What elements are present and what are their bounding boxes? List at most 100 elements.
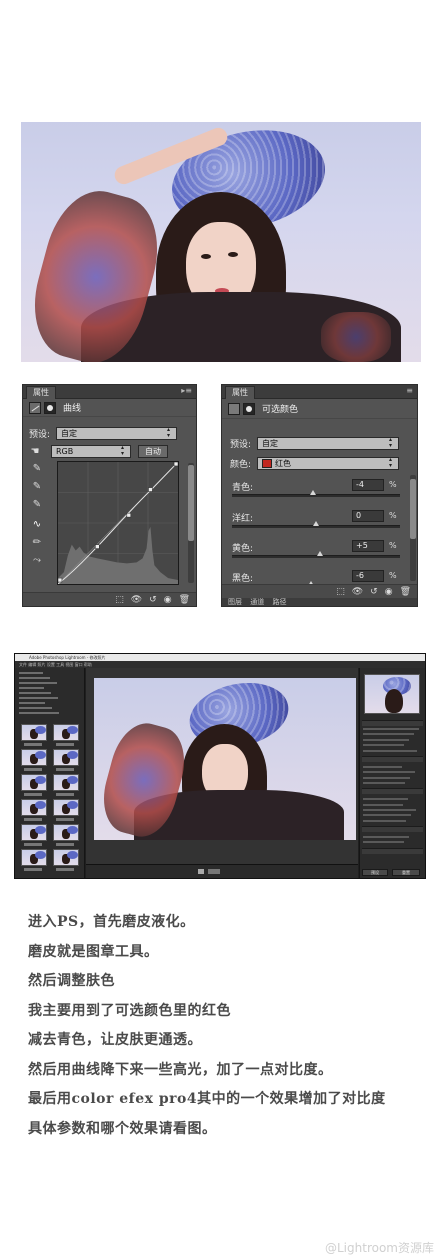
adjustment-slider-row[interactable] [363,819,406,822]
black-eyedropper-icon[interactable]: ✎ [31,463,43,475]
preset-list-item[interactable] [19,692,51,694]
slider-value-input[interactable]: 0 [352,510,384,522]
mask-icon[interactable] [44,401,56,414]
tab-paths[interactable]: 路径 [272,598,286,606]
trash-icon[interactable]: 🗑 [400,586,411,598]
adjustment-section-header[interactable] [362,848,423,854]
mask-icon[interactable] [243,402,255,415]
slider-value-input[interactable]: -6 [352,570,384,582]
preset-thumbnail[interactable] [53,774,79,791]
adjustment-slider-row[interactable] [363,809,416,811]
adjustment-slider-row[interactable] [363,782,405,784]
photo-eye-right [228,252,238,257]
adjustment-slider-row[interactable] [363,749,417,752]
adjustment-slider-row[interactable] [363,814,411,817]
reset-icon[interactable]: ↺ [370,586,378,598]
preset-list-item[interactable] [19,687,44,689]
curve-graph[interactable] [57,461,179,585]
slider-thumb[interactable] [317,551,324,556]
adjustment-slider-row[interactable] [363,776,410,779]
white-eyedropper-icon[interactable]: ✎ [31,499,43,511]
curve-edit-points-icon[interactable]: ∿ [31,519,43,531]
preset-thumbnail[interactable] [53,749,79,766]
colors-dropdown[interactable]: 红色 [257,457,400,470]
panel-scrollbar[interactable] [188,463,194,583]
clip-to-layer-icon[interactable]: ⬚ [115,594,124,606]
preset-thumbnail[interactable] [53,824,79,841]
preset-list-item[interactable] [19,707,52,709]
scrollbar-thumb[interactable] [410,479,416,539]
reset-button[interactable]: 重置 [392,869,420,876]
article-line: 然后调整肤色 [28,973,115,989]
tab-properties[interactable]: 属性 [225,386,255,399]
preset-dropdown[interactable]: 自定 [56,427,178,440]
adjustment-section-header[interactable] [362,826,423,832]
preset-thumbnail[interactable] [21,749,47,766]
adjustment-section-header[interactable] [362,756,423,762]
adjustment-slider-row[interactable] [363,765,402,768]
slider-thumb[interactable] [313,521,319,526]
preset-thumbnail[interactable] [53,849,79,866]
auto-button[interactable]: 自动 [138,445,168,458]
trash-icon[interactable]: 🗑 [179,594,190,606]
preset-list-item[interactable] [19,712,59,714]
slider-track[interactable] [232,555,400,558]
adjustment-slider-row[interactable] [363,738,409,741]
view-previous-icon[interactable]: 👁 [131,594,142,606]
clip-to-layer-icon[interactable]: ⬚ [336,586,345,598]
adjustment-slider-row[interactable] [363,744,404,747]
preset-dropdown[interactable]: 自定 [257,437,400,450]
presets-button[interactable]: 预设 [362,869,388,876]
scrollbar-thumb[interactable] [188,465,194,541]
adjustment-slider-row[interactable] [363,798,408,801]
panel-bottom-toolbar: ⬚ 👁 ↺ ◉ 🗑 [222,584,417,598]
photo-hair [385,689,403,713]
adjustment-slider-row[interactable] [363,728,419,730]
preset-list-item[interactable] [19,682,57,684]
adjustment-slider-row[interactable] [363,803,403,806]
view-mode-icon[interactable] [198,869,204,874]
gray-eyedropper-icon[interactable]: ✎ [31,481,43,493]
reset-icon[interactable]: ↺ [149,594,157,606]
adjustment-slider-row[interactable] [363,771,415,774]
preset-list-item[interactable] [19,677,50,679]
tab-channels[interactable]: 通道 [250,598,264,606]
article-line: 减去青色，让皮肤更通透。 [28,1032,202,1048]
slider-value-input[interactable]: -4 [352,479,384,491]
pencil-draw-icon[interactable]: ✏ [31,537,43,549]
smooth-curve-icon[interactable]: ⤳ [31,555,43,567]
visibility-icon[interactable]: ◉ [164,594,172,606]
visibility-icon[interactable]: ◉ [385,586,393,598]
panel-menu-icon[interactable]: ≡ [406,386,413,395]
adjustment-section-header[interactable] [362,720,423,726]
slider-value-input[interactable]: +5 [352,540,384,552]
panel-menu-icon[interactable]: ▸≡ [181,386,192,395]
on-image-adjust-hand-icon[interactable]: ☚ [29,446,41,458]
preset-list-item[interactable] [19,672,43,674]
tab-layers[interactable]: 图层 [228,598,242,606]
preset-thumbnail[interactable] [21,824,47,841]
preset-list-item[interactable] [19,702,45,704]
preset-thumbnail[interactable] [21,724,47,741]
colors-label: 颜色: [230,460,252,470]
tab-properties[interactable]: 属性 [26,386,56,399]
preset-thumbnail[interactable] [53,799,79,816]
preset-thumbnail[interactable] [21,849,47,866]
preset-thumbnail[interactable] [21,774,47,791]
adjustment-slider-row[interactable] [363,836,409,838]
navigator-thumbnail[interactable] [364,674,420,714]
slider-thumb[interactable] [309,490,316,495]
curve-point [95,544,100,549]
article-line: 我主要用到了可选颜色里的红色 [28,1002,231,1019]
view-previous-icon[interactable]: 👁 [352,586,363,598]
channel-dropdown[interactable]: RGB [51,445,131,458]
preset-list-item[interactable] [19,697,58,699]
preset-thumbnail[interactable] [21,799,47,816]
adjustment-slider-row[interactable] [363,733,414,736]
panel-scrollbar[interactable] [410,475,416,581]
slider-track[interactable] [232,494,400,497]
preset-thumbnail[interactable] [53,724,79,741]
adjustment-section-header[interactable] [362,788,423,794]
before-after-icon[interactable] [208,869,220,874]
adjustment-slider-row[interactable] [363,841,404,844]
